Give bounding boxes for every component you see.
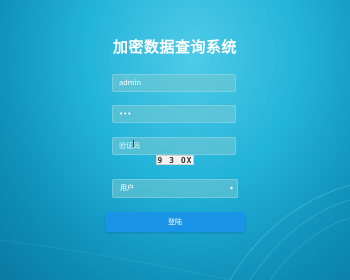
username-value: admin	[119, 79, 141, 87]
login-button[interactable]: 登陆	[105, 212, 245, 232]
password-value: •••	[119, 110, 132, 118]
role-selected-value: 用户	[120, 184, 134, 192]
page-title: 加密数据查询系统	[112, 38, 237, 56]
role-select[interactable]: 用户 ▾	[112, 179, 238, 198]
username-input[interactable]: admin	[112, 74, 236, 92]
captcha-input[interactable]: 验证码	[112, 137, 236, 155]
chevron-down-icon: ▾	[229, 185, 233, 192]
text-cursor	[133, 140, 134, 147]
captcha-placeholder: 验证码	[119, 142, 140, 150]
captcha-image[interactable]: 9 3 OX	[156, 155, 194, 165]
password-input[interactable]: •••	[112, 105, 236, 123]
